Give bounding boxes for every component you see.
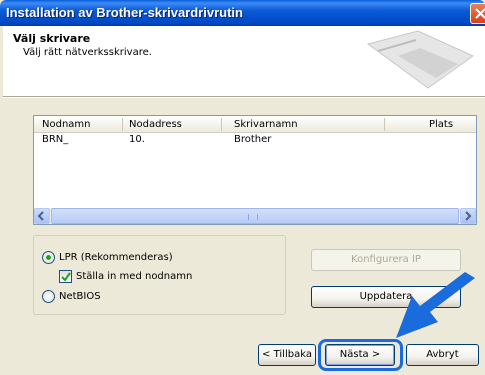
scroll-right-button[interactable] [460, 208, 476, 224]
nodename-checkbox[interactable] [59, 270, 72, 283]
pointer-arrow-icon [396, 272, 475, 338]
page-subtitle: Välj rätt nätverksskrivare. [23, 47, 152, 58]
configure-ip-button[interactable]: Konfigurera IP [311, 249, 461, 271]
installer-window: Installation av Brother-skrivardrivrutin… [0, 0, 485, 375]
scroll-left-button[interactable] [34, 208, 50, 224]
scroll-thumb[interactable] [51, 208, 459, 224]
wizard-header: Välj skrivare Välj rätt nätverksskrivare… [3, 26, 485, 96]
printer-list[interactable]: Nodnamn Nodadress Skrivarnamn Plats BRN_… [33, 115, 477, 225]
printer-graphic-icon [366, 30, 474, 89]
column-divider [122, 118, 123, 131]
list-header: Nodnamn Nodadress Skrivarnamn Plats [34, 116, 476, 133]
nodename-label[interactable]: Ställa in med nodnamn [76, 271, 192, 282]
column-header-printername[interactable]: Skrivarnamn [234, 119, 298, 130]
column-divider [221, 118, 222, 131]
column-header-location[interactable]: Plats [429, 119, 453, 130]
chevron-left-icon [37, 211, 44, 221]
header-separator [3, 96, 485, 98]
cancel-button[interactable]: Avbryt [406, 344, 479, 366]
netbios-label[interactable]: NetBIOS [59, 291, 101, 302]
lpr-label[interactable]: LPR (Rekommenderas) [59, 252, 173, 263]
horizontal-scrollbar[interactable] [34, 208, 476, 224]
netbios-radio[interactable] [42, 290, 55, 303]
title-bar[interactable]: Installation av Brother-skrivardrivrutin [0, 0, 485, 26]
column-divider [384, 118, 385, 131]
column-header-nodename[interactable]: Nodnamn [42, 119, 91, 130]
window-title: Installation av Brother-skrivardrivrutin [6, 5, 243, 20]
cell-nodeaddress: 10. [129, 134, 145, 145]
lpr-radio[interactable] [42, 251, 55, 264]
scroll-grip-icon [248, 214, 258, 220]
column-header-nodeaddress[interactable]: Nodadress [129, 119, 182, 130]
cell-nodename: BRN_ [42, 134, 69, 145]
back-button[interactable]: < Tillbaka [258, 344, 316, 366]
page-title: Välj skrivare [13, 32, 91, 45]
table-row[interactable]: BRN_ 10. Brother [34, 133, 476, 148]
close-button[interactable] [470, 3, 485, 24]
protocol-options-group: LPR (Rekommenderas) Ställa in med nodnam… [33, 235, 286, 315]
checkmark-icon [61, 272, 71, 282]
cell-printername: Brother [234, 134, 272, 145]
chevron-right-icon [465, 211, 472, 221]
